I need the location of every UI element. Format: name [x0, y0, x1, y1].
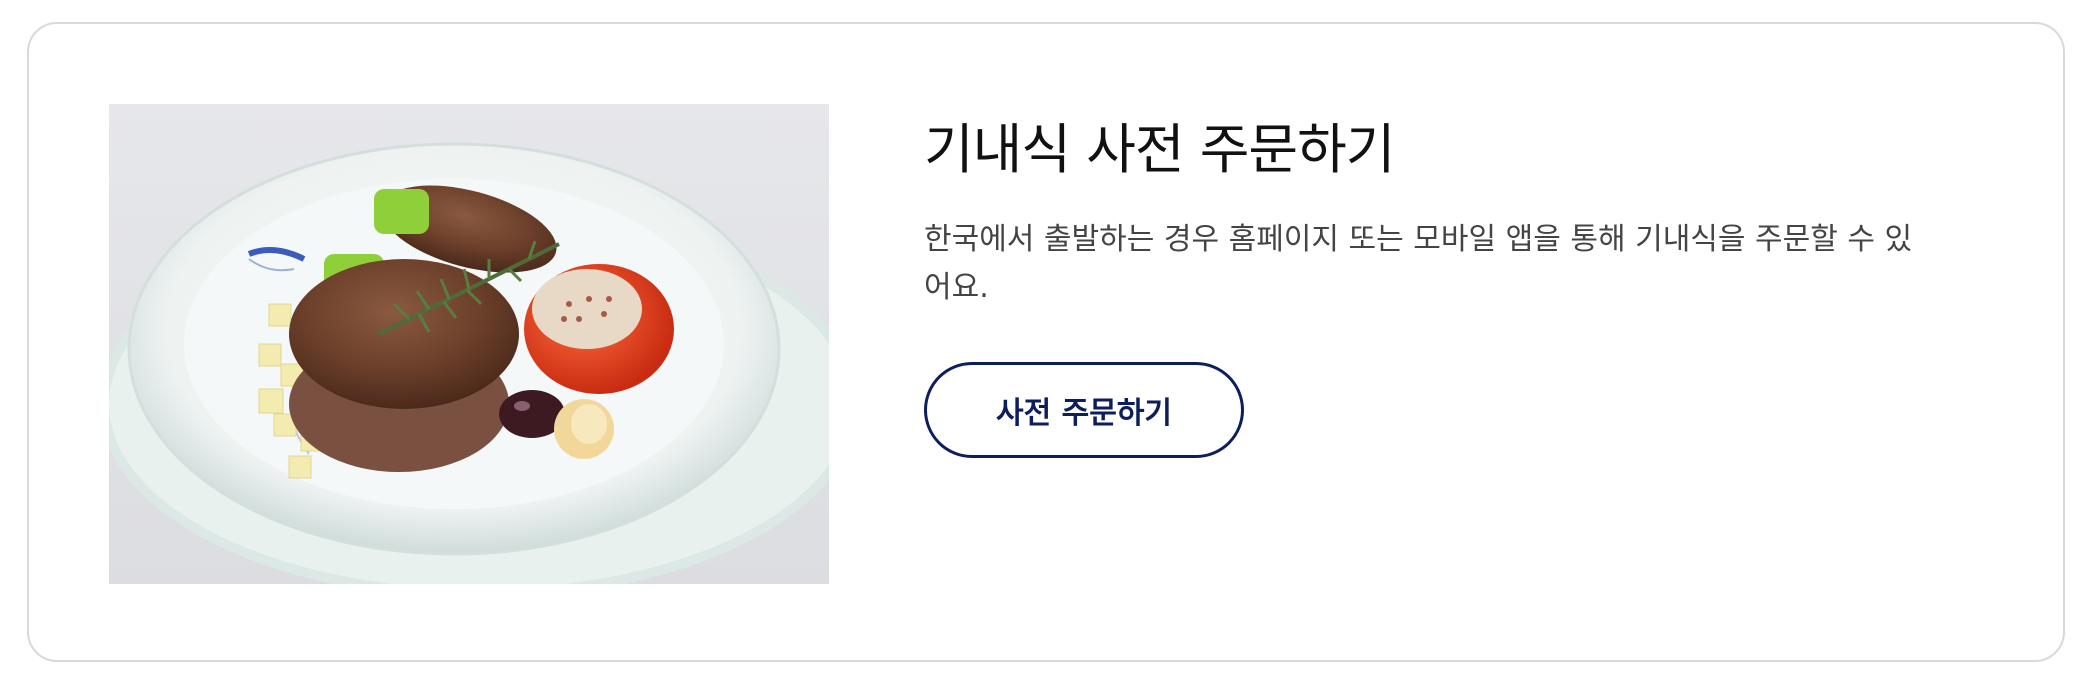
- steak-plate-illustration: [109, 142, 829, 584]
- card-title: 기내식 사전 주문하기: [924, 118, 1395, 181]
- preorder-button[interactable]: 사전 주문하기: [924, 362, 1244, 458]
- preorder-content: 기내식 사전 주문하기 한국에서 출발하는 경우 홈페이지 또는 모바일 앱을 …: [924, 114, 1954, 458]
- preorder-meal-card: 기내식 사전 주문하기 한국에서 출발하는 경우 홈페이지 또는 모바일 앱을 …: [27, 22, 2065, 662]
- card-description: 한국에서 출발하는 경우 홈페이지 또는 모바일 앱을 통해 기내식을 주문할 …: [924, 222, 1913, 305]
- inflight-meal-photo: [109, 104, 829, 584]
